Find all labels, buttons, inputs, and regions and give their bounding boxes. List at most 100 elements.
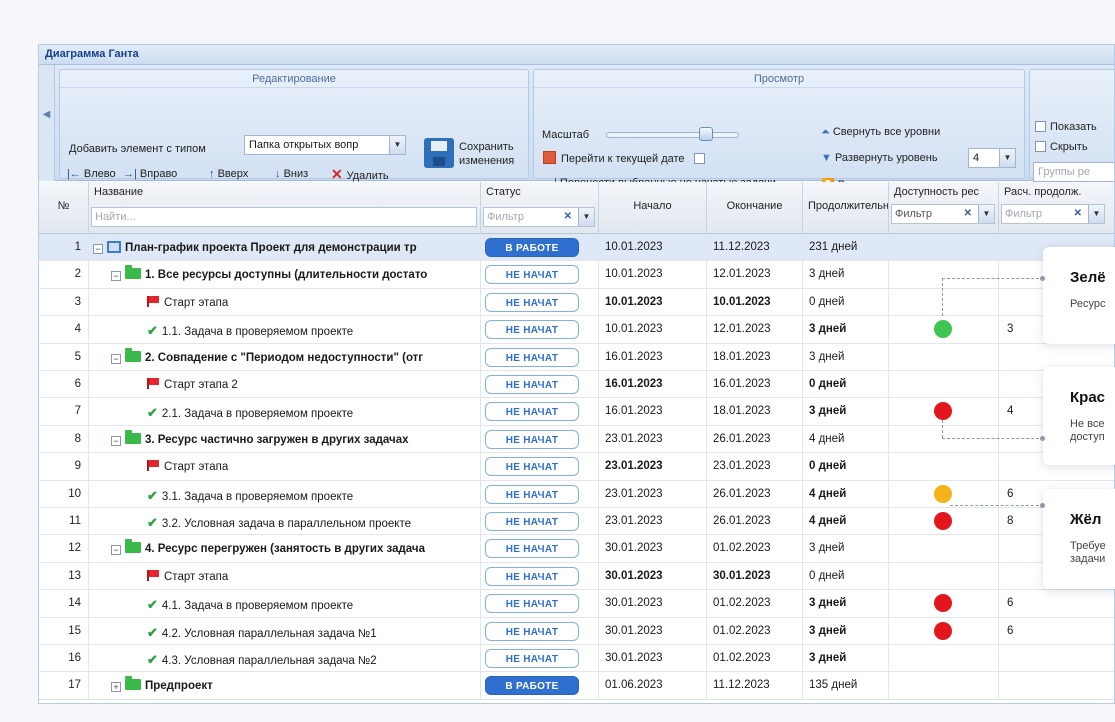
table-row[interactable]: 16 ✔ 4.3. Условная параллельная задача №2 Н… xyxy=(39,645,1114,673)
row-name-cell[interactable]: ✔ 4.2. Условная параллельная задача №1 xyxy=(89,617,481,645)
col-name-header[interactable]: Название Найти... xyxy=(89,182,481,234)
col-calc-header[interactable]: Расч. продолж. Фильтр ✕ ▼ xyxy=(999,182,1114,234)
row-name-cell[interactable]: Старт этапа 2 xyxy=(89,371,481,398)
status-badge[interactable]: НЕ НАЧАТ xyxy=(485,649,579,668)
row-name-cell[interactable]: ✔ 4.1. Задача в проверяемом проекте xyxy=(89,590,481,618)
row-name-cell[interactable]: − 3. Ресурс частично загружен в других за… xyxy=(89,425,481,453)
col-status-header[interactable]: Статус Фильтр ✕ ▼ xyxy=(481,182,599,234)
status-badge[interactable]: НЕ НАЧАТ xyxy=(485,484,579,504)
col-availability-header[interactable]: Доступность рес Фильтр ✕ ▼ xyxy=(889,182,999,234)
status-badge[interactable]: НЕ НАЧАТ xyxy=(485,512,579,531)
col-num-header[interactable]: № xyxy=(39,182,89,234)
row-name-cell[interactable]: − 4. Ресурс перегружен (занятость в други… xyxy=(89,535,481,563)
collapse-toggle-icon[interactable]: − xyxy=(111,545,121,556)
expand-level-select[interactable]: 4 ▼ xyxy=(968,148,1016,168)
delete-button[interactable]: ✕ Удалить xyxy=(331,166,389,183)
collapse-toggle-icon[interactable]: − xyxy=(93,244,103,254)
show-checkbox[interactable] xyxy=(1035,121,1046,132)
table-row[interactable]: 11 ✔ 3.2. Условная задача в параллельном п… xyxy=(39,508,1114,536)
status-badge[interactable]: НЕ НАЧАТ xyxy=(485,347,579,367)
row-name-cell[interactable]: − 1. Все ресурсы доступны (длительности д… xyxy=(89,261,481,289)
expand-level-button[interactable]: ▼ Развернуть уровень xyxy=(821,152,938,164)
availability-filter-input[interactable]: Фильтр ✕ ▼ xyxy=(891,204,995,224)
col-duration-header[interactable]: Продолжительн xyxy=(803,182,889,234)
row-name-cell[interactable]: ✔ 1.1. Задача в проверяемом проекте xyxy=(89,316,481,344)
table-row[interactable]: 10 ✔ 3.1. Задача в проверяемом проекте НЕ Н… xyxy=(39,480,1114,508)
clear-x-icon[interactable]: ✕ xyxy=(1074,208,1082,219)
collapse-ribbon-arrow-icon[interactable]: ◀ xyxy=(39,65,55,181)
move-down-button[interactable]: ↓ Вниз xyxy=(275,168,308,180)
table-row[interactable]: 5 − 2. Совпадение с "Периодом недоступност… xyxy=(39,343,1114,371)
table-row[interactable]: 15 ✔ 4.2. Условная параллельная задача №1 Н… xyxy=(39,617,1114,645)
collapse-all-button[interactable]: ⏶ Свернуть все уровни xyxy=(821,126,940,139)
col-end-header[interactable]: Окончание xyxy=(707,182,803,234)
collapse-toggle-icon[interactable]: − xyxy=(111,353,121,364)
table-row[interactable]: 6 Старт этапа 2 НЕ НАЧАТ 16.01.2023 16.01.20… xyxy=(39,371,1114,399)
chevron-down-icon[interactable]: ▼ xyxy=(999,149,1015,167)
row-name-cell[interactable]: Старт этапа xyxy=(89,453,481,481)
row-name-cell[interactable]: + Предпроект xyxy=(89,672,481,700)
table-row[interactable]: 3 Старт этапа НЕ НАЧАТ 10.01.2023 10.01.2023… xyxy=(39,288,1114,317)
hide-checkbox[interactable] xyxy=(1035,141,1046,152)
scale-slider-track[interactable] xyxy=(606,132,739,138)
table-row[interactable]: 17 + Предпроект В РАБОТЕ 01.06.2023 11.12.202… xyxy=(39,672,1114,700)
table-row[interactable]: 12 − 4. Ресурс перегружен (занятость в дру… xyxy=(39,535,1114,563)
chevron-down-icon[interactable]: ▼ xyxy=(578,208,594,226)
save-icon[interactable] xyxy=(424,138,454,168)
chevron-down-icon[interactable]: ▼ xyxy=(1088,205,1104,223)
resource-groups-input[interactable]: Группы ре xyxy=(1033,162,1114,182)
show-option[interactable]: Показать xyxy=(1035,121,1097,133)
row-name-cell[interactable]: ✔ 3.2. Условная задача в параллельном про… xyxy=(89,508,481,535)
expand-toggle-icon[interactable]: + xyxy=(111,682,121,693)
col-start-header[interactable]: Начало xyxy=(599,182,707,234)
table-row[interactable]: 1− План-график проекта Проект для демонст… xyxy=(39,234,1114,262)
row-name-cell[interactable]: Старт этапа xyxy=(89,562,481,590)
status-badge[interactable]: НЕ НАЧАТ xyxy=(485,320,579,340)
status-badge[interactable]: В РАБОТЕ xyxy=(485,238,579,257)
name-search-input[interactable]: Найти... xyxy=(91,207,477,227)
status-badge[interactable]: НЕ НАЧАТ xyxy=(485,566,579,586)
hide-option[interactable]: Скрыть xyxy=(1035,141,1088,153)
move-right-button[interactable]: →| Вправо xyxy=(123,168,177,180)
table-row[interactable]: 9 Старт этапа НЕ НАЧАТ 23.01.2023 23.01.2023… xyxy=(39,453,1114,481)
calc-filter-input[interactable]: Фильтр ✕ ▼ xyxy=(1001,204,1105,224)
table-row[interactable]: 2 − 1. Все ресурсы доступны (длительности … xyxy=(39,261,1114,289)
status-badge[interactable]: НЕ НАЧАТ xyxy=(485,457,579,477)
chevron-down-icon[interactable]: ▼ xyxy=(389,136,405,154)
chevron-down-icon[interactable]: ▼ xyxy=(978,205,994,223)
row-name-cell[interactable]: Старт этапа xyxy=(89,288,481,316)
clear-x-icon[interactable]: ✕ xyxy=(564,211,572,222)
status-badge[interactable]: НЕ НАЧАТ xyxy=(485,594,579,614)
table-row[interactable]: 8 − 3. Ресурс частично загружен в других з… xyxy=(39,425,1114,454)
move-up-button[interactable]: ↑ Вверх xyxy=(209,168,248,180)
scale-slider-thumb[interactable] xyxy=(698,127,713,141)
move-left-button[interactable]: |← Влево xyxy=(67,168,116,180)
table-row[interactable]: 4 ✔ 1.1. Задача в проверяемом проекте НЕ НА… xyxy=(39,316,1114,344)
status-badge[interactable]: НЕ НАЧАТ xyxy=(485,429,579,449)
row-name-cell[interactable]: ✔ 4.3. Условная параллельная задача №2 xyxy=(89,645,481,672)
table-row[interactable]: 7 ✔ 2.1. Задача в проверяемом проекте НЕ НА… xyxy=(39,398,1114,426)
table-row[interactable]: 14 ✔ 4.1. Задача в проверяемом проекте НЕ Н… xyxy=(39,590,1114,618)
element-type-select[interactable]: Папка открытых вопр ▼ xyxy=(244,135,406,155)
collapse-toggle-icon[interactable]: − xyxy=(111,271,121,282)
collapse-toggle-icon[interactable]: − xyxy=(111,435,121,446)
status-badge[interactable]: НЕ НАЧАТ xyxy=(485,402,579,422)
goto-today-checkbox[interactable] xyxy=(693,153,705,164)
table-row[interactable]: 13 Старт этапа НЕ НАЧАТ 30.01.2023 30.01.202… xyxy=(39,562,1114,591)
status-badge[interactable]: НЕ НАЧАТ xyxy=(485,265,579,285)
row-name-cell[interactable]: ✔ 2.1. Задача в проверяемом проекте xyxy=(89,398,481,426)
status-badge[interactable]: НЕ НАЧАТ xyxy=(485,539,579,559)
row-name-cell[interactable]: ✔ 3.1. Задача в проверяемом проекте xyxy=(89,480,481,508)
status-filter-input[interactable]: Фильтр ✕ ▼ xyxy=(483,207,595,227)
save-label-line2[interactable]: изменения xyxy=(459,155,514,167)
status-badge[interactable]: НЕ НАЧАТ xyxy=(485,621,579,641)
status-badge[interactable]: В РАБОТЕ xyxy=(485,676,579,696)
goto-today-button[interactable]: Перейти к текущей дате xyxy=(543,151,709,165)
legend-card-text: Ресурс xyxy=(1070,298,1106,310)
status-badge[interactable]: НЕ НАЧАТ xyxy=(485,292,579,312)
row-name-cell[interactable]: − 2. Совпадение с "Периодом недоступности… xyxy=(89,343,481,371)
clear-x-icon[interactable]: ✕ xyxy=(964,208,972,219)
save-label-line1[interactable]: Сохранить xyxy=(459,141,514,153)
status-badge[interactable]: НЕ НАЧАТ xyxy=(485,375,579,394)
row-name-cell[interactable]: − План-график проекта Проект для демонстр… xyxy=(89,234,481,261)
